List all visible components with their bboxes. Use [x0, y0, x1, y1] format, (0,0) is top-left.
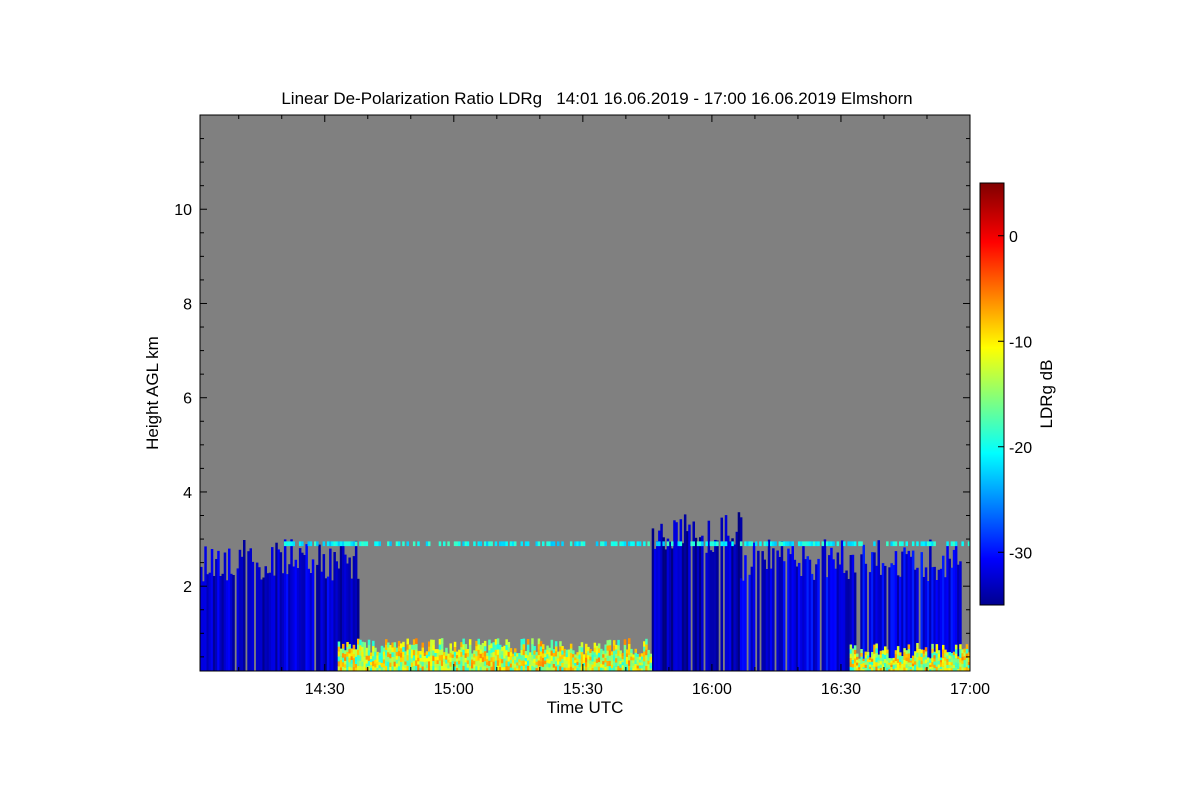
colorbar-label: LDRg dB: [1037, 360, 1056, 429]
x-tick-label: 17:00: [950, 681, 990, 698]
y-tick-label: 2: [183, 579, 192, 596]
y-tick-label: 8: [183, 296, 192, 313]
y-tick-label: 6: [183, 391, 192, 408]
x-tick-label: 14:30: [305, 681, 345, 698]
colorbar-tick-label: -20: [1009, 440, 1032, 457]
colorbar: [979, 182, 1005, 606]
x-tick-label: 15:00: [434, 681, 474, 698]
feature-cloud-1: [200, 539, 360, 671]
x-tick-label: 16:00: [692, 681, 732, 698]
chart-title: Linear De-Polarization Ratio LDRg 14:01 …: [281, 89, 912, 108]
colorbar-tick-label: -30: [1009, 545, 1032, 562]
colorbar-tick-label: 0: [1009, 229, 1018, 246]
y-axis-label: Height AGL km: [143, 336, 162, 450]
x-tick-label: 16:30: [821, 681, 861, 698]
x-axis-label: Time UTC: [547, 698, 624, 717]
y-tick-label: 10: [174, 202, 192, 219]
x-tick-label: 15:30: [563, 681, 603, 698]
colorbar-tick-label: -10: [1009, 334, 1032, 351]
y-tick-label: 4: [183, 485, 192, 502]
ldr-figure: Linear De-Polarization Ratio LDRg 14:01 …: [143, 89, 1056, 717]
